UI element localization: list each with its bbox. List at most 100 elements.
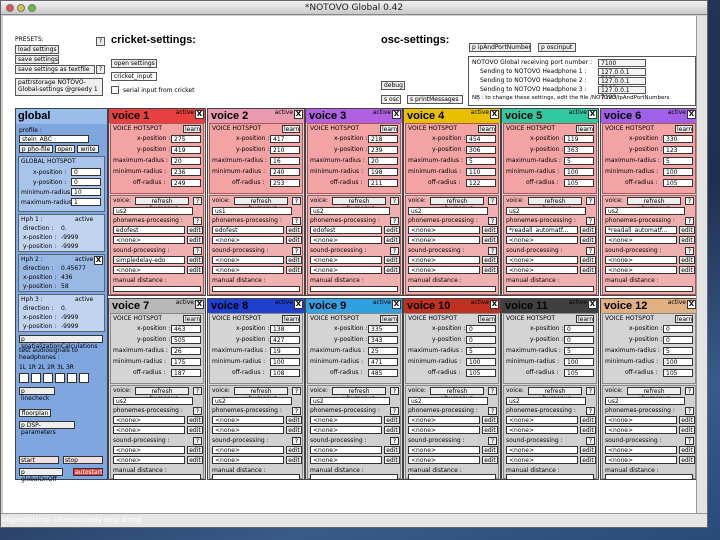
sound-select-1[interactable]: <none> — [605, 256, 677, 264]
learn-button[interactable]: learn — [282, 315, 300, 323]
refresh-ubumenus-button[interactable]: refresh ubumenus — [430, 197, 484, 212]
x-position-field[interactable]: 119 — [564, 135, 594, 143]
help-icon[interactable]: ? — [586, 247, 595, 255]
help-icon[interactable]: ? — [292, 387, 301, 395]
manual-distance-slider[interactable] — [506, 286, 594, 292]
phonemes-select-1[interactable]: edofest — [212, 226, 284, 234]
edit-button[interactable]: edit — [286, 256, 302, 264]
learn-button[interactable]: learn — [576, 125, 594, 133]
sound-select-2[interactable]: <none> — [212, 456, 284, 464]
off-radius-field[interactable]: 108 — [270, 369, 300, 377]
cricket-input-object[interactable]: cricket_input — [111, 72, 157, 81]
edit-button[interactable]: edit — [679, 266, 695, 274]
edit-button[interactable]: edit — [482, 266, 498, 274]
refresh-ubumenus-button[interactable]: refresh ubumenus — [234, 197, 288, 212]
send-osc-object[interactable]: s osc — [381, 95, 401, 104]
phonemes-select-2[interactable]: <none> — [408, 236, 480, 244]
help-icon[interactable]: ? — [292, 247, 301, 255]
learn-button[interactable]: learn — [576, 315, 594, 323]
minimum-radius-field[interactable]: 100 — [564, 168, 594, 176]
learn-button[interactable]: learn — [675, 125, 693, 133]
help-icon[interactable]: ? — [685, 387, 694, 395]
serial-input-toggle[interactable] — [111, 86, 119, 94]
manual-distance-slider[interactable] — [605, 286, 693, 292]
open-settings-button[interactable]: open settings — [111, 59, 157, 68]
phonemes-select-1[interactable]: *readall_automatf... — [506, 226, 578, 234]
global-min-radius-field[interactable]: 10 — [71, 188, 101, 196]
help-icon[interactable]: ? — [685, 437, 694, 445]
minimum-radius-field[interactable]: 198 — [368, 168, 398, 176]
sound-select-2[interactable]: <none> — [113, 456, 185, 464]
edit-button[interactable]: edit — [482, 456, 498, 464]
edit-button[interactable]: edit — [286, 236, 302, 244]
x-position-field[interactable]: 218 — [368, 135, 398, 143]
edit-button[interactable]: edit — [384, 416, 400, 424]
pattrstorage-object[interactable]: pattrstorage NOTOVO-Global-settings @gre… — [15, 78, 103, 96]
sound-select-2[interactable]: <none> — [605, 266, 677, 274]
edit-button[interactable]: edit — [580, 416, 596, 424]
sound-select-1[interactable]: <none> — [113, 446, 185, 454]
maximum-radius-field[interactable]: 5 — [466, 157, 496, 165]
phonemes-select-1[interactable]: edofest — [113, 226, 185, 234]
help-icon[interactable]: ? — [292, 217, 301, 225]
help-icon[interactable]: ? — [685, 217, 694, 225]
x-position-field[interactable]: 463 — [171, 325, 201, 333]
y-position-field[interactable]: 505 — [171, 336, 201, 344]
voice-active-toggle[interactable]: X — [490, 110, 499, 119]
manual-distance-slider[interactable] — [506, 474, 594, 480]
y-position-field[interactable]: 306 — [466, 146, 496, 154]
global-x-field[interactable]: 0 — [71, 168, 101, 176]
test-channel-toggle[interactable] — [19, 373, 29, 383]
edit-button[interactable]: edit — [384, 226, 400, 234]
edit-button[interactable]: edit — [679, 256, 695, 264]
y-position-field[interactable]: 239 — [368, 146, 398, 154]
test-channel-toggle[interactable] — [55, 373, 65, 383]
minimum-radius-field[interactable]: 110 — [466, 168, 496, 176]
voice-select[interactable]: us2 — [310, 397, 390, 405]
minimum-radius-field[interactable]: 100 — [564, 358, 594, 366]
sound-select-1[interactable]: <none> — [310, 446, 382, 454]
voice-select[interactable]: us2 — [310, 207, 390, 215]
refresh-ubumenus-button[interactable]: refresh ubumenus — [627, 197, 681, 212]
phonemes-select-2[interactable]: <none> — [605, 426, 677, 434]
learn-button[interactable]: learn — [183, 315, 201, 323]
help-icon[interactable]: ? — [488, 437, 497, 445]
refresh-ubumenus-button[interactable]: refresh ubumenus — [135, 197, 189, 212]
minimum-radius-field[interactable]: 100 — [270, 358, 300, 366]
edit-button[interactable]: edit — [580, 226, 596, 234]
voice-active-toggle[interactable]: X — [392, 110, 401, 119]
off-radius-field[interactable]: 122 — [466, 179, 496, 187]
x-position-field[interactable]: 330 — [663, 135, 693, 143]
test-channel-toggle[interactable] — [31, 373, 41, 383]
learn-button[interactable]: learn — [380, 125, 398, 133]
receiving-port-value[interactable]: 7100 — [598, 59, 646, 67]
edit-button[interactable]: edit — [286, 446, 302, 454]
start-button[interactable]: start — [19, 456, 59, 464]
minimum-radius-field[interactable]: 471 — [368, 358, 398, 366]
off-radius-field[interactable]: 105 — [663, 369, 693, 377]
sound-select-2[interactable]: <none> — [408, 456, 480, 464]
edit-button[interactable]: edit — [187, 446, 203, 454]
sound-select-1[interactable]: <none> — [506, 256, 578, 264]
voice-active-toggle[interactable]: X — [687, 110, 696, 119]
test-channel-toggle[interactable] — [43, 373, 53, 383]
phonemes-select-1[interactable]: <none> — [113, 416, 185, 424]
send-print-messages-object[interactable]: s printMessages — [407, 95, 463, 104]
refresh-ubumenus-button[interactable]: refresh ubumenus — [135, 387, 189, 402]
off-radius-field[interactable]: 253 — [270, 179, 300, 187]
maximum-radius-field[interactable]: 20 — [368, 157, 398, 165]
edit-button[interactable]: edit — [580, 236, 596, 244]
edit-button[interactable]: edit — [187, 236, 203, 244]
help-icon[interactable]: ? — [488, 387, 497, 395]
edit-button[interactable]: edit — [384, 236, 400, 244]
edit-button[interactable]: edit — [679, 426, 695, 434]
sound-select-2[interactable]: <none> — [506, 456, 578, 464]
linecheck-object[interactable]: p linecheck — [19, 387, 55, 402]
edit-button[interactable]: edit — [679, 456, 695, 464]
x-position-field[interactable]: 335 — [368, 325, 398, 333]
hph-2-active-toggle[interactable]: X — [94, 256, 103, 265]
minimum-radius-field[interactable]: 240 — [270, 168, 300, 176]
edit-button[interactable]: edit — [384, 446, 400, 454]
sound-select-1[interactable]: simpledelay-edo — [113, 256, 185, 264]
edit-button[interactable]: edit — [482, 426, 498, 434]
